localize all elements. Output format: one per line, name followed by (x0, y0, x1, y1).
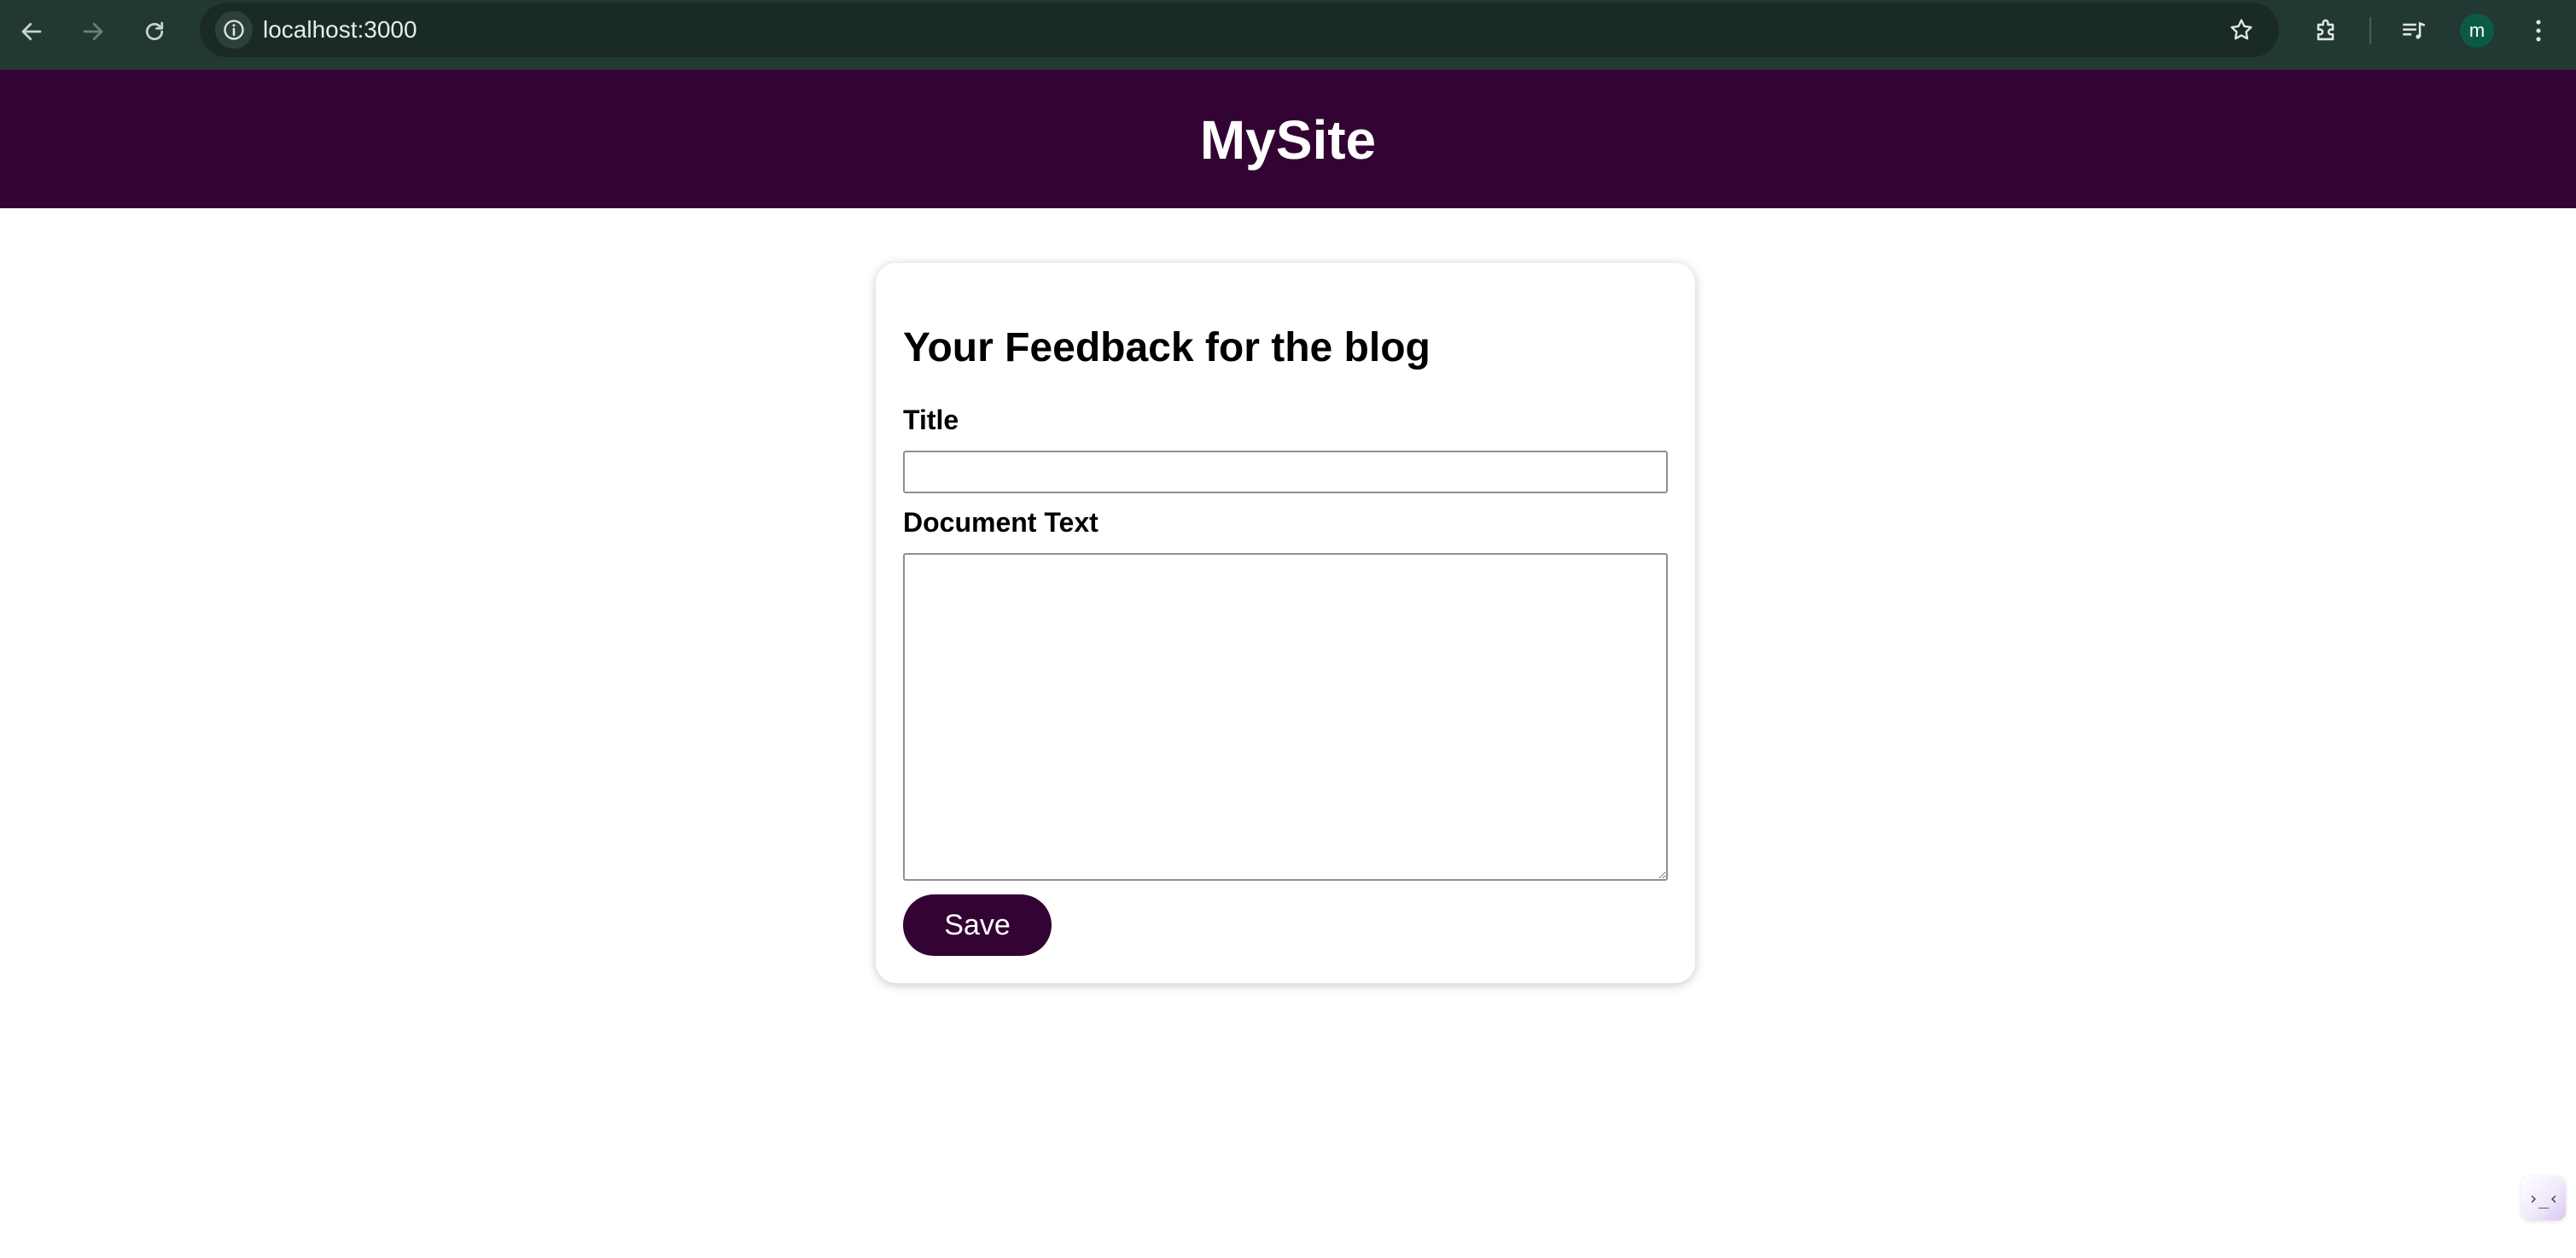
document-text-input[interactable] (903, 553, 1668, 881)
puzzle-icon[interactable] (2308, 12, 2346, 50)
media-queue-icon[interactable] (2395, 12, 2433, 50)
toolbar-divider (2369, 17, 2371, 44)
save-button[interactable]: Save (903, 894, 1052, 956)
avatar-initial: m (2468, 20, 2486, 41)
assistant-widget-glyph: ›_‹ (2527, 1188, 2560, 1208)
back-arrow-icon[interactable] (15, 15, 48, 48)
star-icon[interactable] (2226, 15, 2257, 45)
document-text-label: Document Text (903, 507, 1099, 538)
forward-arrow-icon[interactable] (77, 15, 109, 48)
reload-icon[interactable] (138, 15, 171, 48)
info-icon[interactable] (215, 11, 253, 49)
avatar[interactable]: m (2460, 14, 2494, 48)
url-text[interactable]: localhost:3000 (263, 16, 417, 44)
site-title[interactable]: MySite (1200, 108, 1376, 172)
address-bar[interactable]: localhost:3000 (200, 3, 2279, 57)
browser-toolbar: localhost:3000 m (0, 0, 2576, 70)
kebab-menu-icon[interactable] (2520, 12, 2557, 50)
feedback-form-card: Your Feedback for the blog Title Documen… (876, 263, 1695, 983)
assistant-widget-icon[interactable]: ›_‹ (2521, 1176, 2566, 1220)
title-label: Title (903, 405, 959, 435)
title-input[interactable] (903, 451, 1668, 493)
site-header: MySite (0, 70, 2576, 208)
form-heading: Your Feedback for the blog (903, 325, 1431, 370)
